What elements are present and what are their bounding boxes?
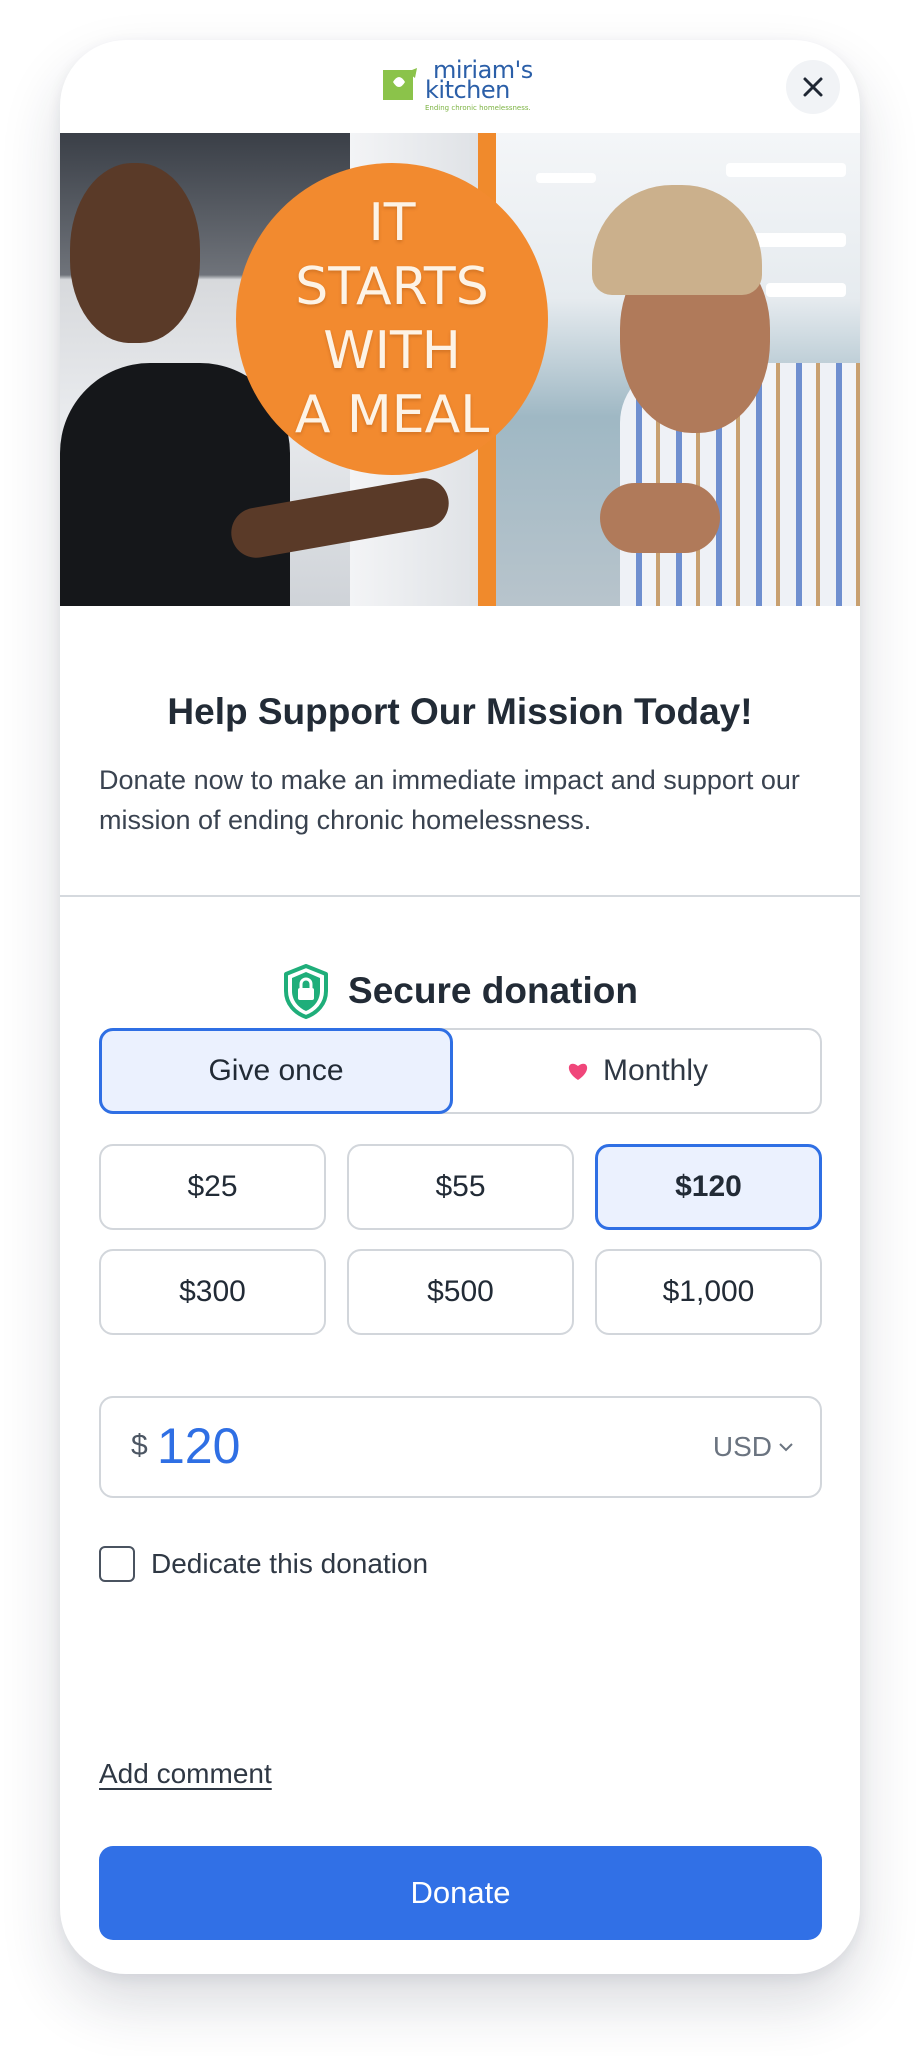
- hero-image: IT STARTS WITH A MEAL: [60, 133, 860, 606]
- secure-donation-label: Secure donation: [348, 970, 638, 1011]
- dedicate-label: Dedicate this donation: [151, 1548, 429, 1579]
- currency-symbol: $: [131, 1429, 148, 1462]
- logo-mark-icon: [383, 68, 417, 100]
- person-left: [70, 163, 200, 343]
- currency-select[interactable]: USD: [713, 1431, 794, 1463]
- monthly-option[interactable]: Monthly: [453, 1030, 822, 1112]
- page-title: Help Support Our Mission Today!: [167, 691, 753, 732]
- section-divider: [60, 895, 860, 897]
- amount-value[interactable]: 120: [157, 1418, 240, 1474]
- modal-header: miriam's kitchen Ending chronic homeless…: [60, 40, 860, 133]
- add-comment-link[interactable]: Add comment: [99, 1758, 272, 1790]
- hero-badge: IT STARTS WITH A MEAL: [236, 163, 548, 475]
- amount-25-button[interactable]: $25: [99, 1144, 326, 1230]
- give-once-option[interactable]: Give once: [99, 1028, 453, 1114]
- secure-donation-heading: Secure donation: [60, 961, 860, 1021]
- shield-lock-icon: [284, 964, 329, 1019]
- amount-300-button[interactable]: $300: [99, 1249, 326, 1335]
- close-button[interactable]: [786, 60, 840, 114]
- donation-modal: miriam's kitchen Ending chronic homeless…: [60, 40, 860, 1974]
- monthly-label: Monthly: [602, 1054, 709, 1087]
- close-icon: [803, 77, 823, 97]
- custom-amount-field[interactable]: $ 120 USD: [99, 1396, 822, 1498]
- chevron-down-icon: [779, 1443, 793, 1452]
- give-once-label: Give once: [208, 1054, 344, 1087]
- amount-55-button[interactable]: $55: [347, 1144, 574, 1230]
- miriams-kitchen-logo: miriam's kitchen Ending chronic homeless…: [383, 58, 543, 120]
- logo-tagline: Ending chronic homelessness.: [425, 104, 531, 112]
- amount-1000-button[interactable]: $1,000: [595, 1249, 822, 1335]
- hero-text: IT STARTS WITH A MEAL: [294, 193, 490, 445]
- amount-120-button[interactable]: $120: [595, 1144, 822, 1230]
- dedicate-option[interactable]: Dedicate this donation: [99, 1546, 428, 1582]
- amount-500-button[interactable]: $500: [347, 1249, 574, 1335]
- logo-text-line2: kitchen: [425, 76, 510, 104]
- frequency-toggle: Give once Monthly: [99, 1028, 822, 1114]
- heart-icon: [568, 1063, 588, 1080]
- donate-button[interactable]: Donate: [99, 1846, 822, 1940]
- dedicate-checkbox[interactable]: [99, 1546, 135, 1582]
- mission-description: Donate now to make an immediate impact a…: [99, 765, 800, 835]
- currency-code: USD: [712, 1431, 772, 1462]
